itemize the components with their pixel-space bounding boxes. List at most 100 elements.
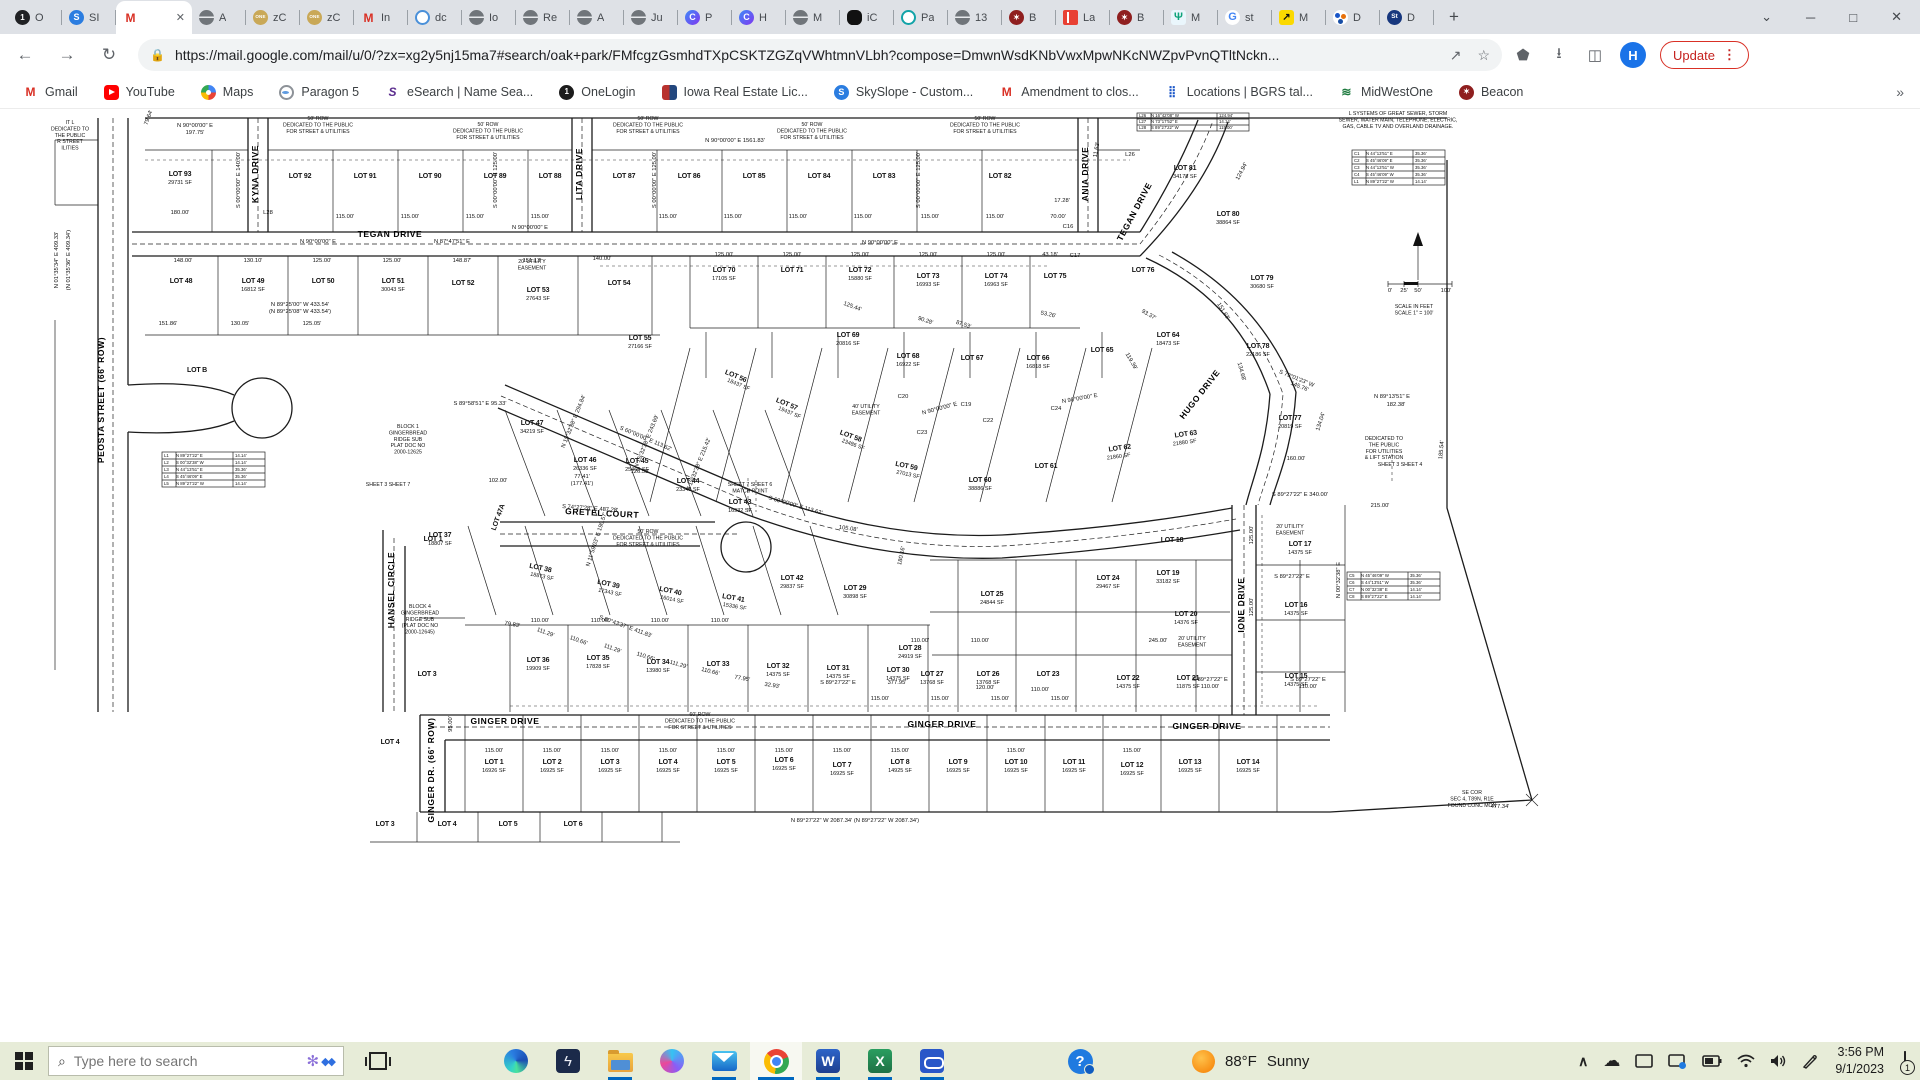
- speaker-icon[interactable]: [1770, 1054, 1787, 1068]
- browser-tab[interactable]: ✶B: [1110, 1, 1164, 34]
- plat-text: 93.37': [1140, 309, 1157, 322]
- browser-tab[interactable]: A: [192, 1, 246, 34]
- bookmark-item[interactable]: ≋MidWestOne: [1330, 81, 1442, 104]
- extensions-puzzle-icon[interactable]: ⬟: [1508, 40, 1538, 70]
- browser-tab[interactable]: ✶B: [1002, 1, 1056, 34]
- browser-tab[interactable]: MIn: [354, 1, 408, 34]
- share-icon[interactable]: ↗: [1450, 47, 1462, 64]
- back-button[interactable]: ←: [8, 38, 42, 72]
- browser-tab[interactable]: dc: [408, 1, 462, 34]
- browser-tab[interactable]: CP: [678, 1, 732, 34]
- plat-text: FOR STREET & UTILITIES: [286, 129, 350, 135]
- browser-tab[interactable]: ONEzC: [300, 1, 354, 34]
- reload-button[interactable]: ↻: [92, 38, 126, 72]
- taskbar-clock[interactable]: 3:56 PM 9/1/2023: [1835, 1044, 1884, 1078]
- tab-close-icon[interactable]: ✕: [176, 11, 185, 24]
- cast-screen-icon[interactable]: [1668, 1054, 1687, 1069]
- bookmark-item[interactable]: MGmail: [14, 81, 87, 104]
- browser-tab[interactable]: ↗M: [1272, 1, 1326, 34]
- tray-chevron-up-icon[interactable]: ∧: [1578, 1053, 1588, 1070]
- browser-tab[interactable]: ΨM: [1164, 1, 1218, 34]
- bookmark-item[interactable]: 1OneLogin: [550, 81, 644, 104]
- taskbar-word[interactable]: W: [802, 1042, 854, 1080]
- plat-text: LOT 4: [659, 759, 678, 766]
- browser-tab[interactable]: ONEzC: [246, 1, 300, 34]
- browser-tab-active-gmail[interactable]: M✕: [116, 1, 192, 34]
- taskbar-remote-app[interactable]: [906, 1042, 958, 1080]
- plat-text: LOT 88: [539, 173, 562, 180]
- download-icon[interactable]: ⭳: [1544, 40, 1574, 70]
- browser-tab[interactable]: StD: [1380, 1, 1434, 34]
- plat-text: 79.83': [504, 621, 520, 630]
- bookmark-item[interactable]: MAmendment to clos...: [990, 81, 1147, 104]
- taskbar-edge[interactable]: [490, 1042, 542, 1080]
- plat-text: & LIFT STATION: [1365, 455, 1404, 461]
- plat-text: 111.29': [603, 643, 622, 655]
- address-bar[interactable]: 🔒 https://mail.google.com/mail/u/0/?zx=x…: [138, 39, 1502, 71]
- browser-menu-kebab-icon[interactable]: ⋮: [1723, 47, 1736, 63]
- onedrive-cloud-icon[interactable]: ☁: [1603, 1051, 1620, 1071]
- tab-search-chevron-icon[interactable]: ⌄: [1761, 9, 1772, 25]
- plat-text: 148.00': [174, 258, 193, 264]
- bookmark-star-icon[interactable]: ☆: [1477, 47, 1490, 64]
- bookmark-item[interactable]: SSkySlope - Custom...: [825, 81, 982, 104]
- plat-text: 115.00': [1051, 696, 1069, 702]
- chrome-update-button[interactable]: Update ⋮: [1660, 41, 1749, 69]
- plat-text: 87.53': [955, 320, 972, 331]
- browser-tab[interactable]: Io: [462, 1, 516, 34]
- window-maximize-button[interactable]: □: [1849, 10, 1857, 25]
- wifi-icon[interactable]: [1737, 1054, 1755, 1068]
- bookmark-item[interactable]: Iowa Real Estate Lic...: [653, 81, 817, 104]
- taskbar-photos-app[interactable]: ϟ: [542, 1042, 594, 1080]
- plat-text: 60' ROW: [690, 712, 711, 718]
- taskbar-mail[interactable]: [698, 1042, 750, 1080]
- window-close-button[interactable]: ✕: [1891, 9, 1902, 25]
- bookmark-item[interactable]: YouTube: [95, 81, 184, 104]
- plat-text: 14376 SF: [1174, 620, 1198, 626]
- plat-text: GINGER DRIVE: [470, 716, 539, 726]
- browser-tab[interactable]: Gst: [1218, 1, 1272, 34]
- plat-text: 17.28': [1054, 198, 1070, 204]
- browser-tab[interactable]: 13: [948, 1, 1002, 34]
- search-input[interactable]: [74, 1053, 299, 1069]
- browser-tab[interactable]: iC: [840, 1, 894, 34]
- url-text[interactable]: https://mail.google.com/mail/u/0/?zx=xg2…: [175, 47, 1434, 63]
- browser-tab[interactable]: A: [570, 1, 624, 34]
- browser-tab[interactable]: Pa: [894, 1, 948, 34]
- tablet-icon[interactable]: [1635, 1054, 1653, 1068]
- browser-tab[interactable]: M: [786, 1, 840, 34]
- taskbar-copilot[interactable]: [646, 1042, 698, 1080]
- browser-tab[interactable]: 1O: [8, 1, 62, 34]
- bookmarks-overflow-chevron[interactable]: »: [1896, 84, 1904, 100]
- bookmark-item[interactable]: SeSearch | Name Sea...: [376, 81, 542, 104]
- plat-text: 110.00': [1201, 684, 1219, 690]
- bookmark-item[interactable]: ⣿Locations | BGRS tal...: [1156, 81, 1322, 104]
- browser-tab[interactable]: Re: [516, 1, 570, 34]
- browser-tab[interactable]: La: [1056, 1, 1110, 34]
- plat-text: 20819 SF: [1278, 424, 1302, 430]
- side-panel-icon[interactable]: ◫: [1580, 40, 1610, 70]
- pen-icon[interactable]: [1802, 1054, 1817, 1069]
- plat-text: 16932 SF: [728, 508, 752, 514]
- bookmark-item[interactable]: Maps: [192, 81, 263, 104]
- notification-center-button[interactable]: 1: [1904, 1052, 1906, 1070]
- taskbar-excel[interactable]: X: [854, 1042, 906, 1080]
- taskbar-get-help[interactable]: ?: [1054, 1042, 1106, 1080]
- browser-tab[interactable]: Ju: [624, 1, 678, 34]
- battery-icon[interactable]: [1702, 1055, 1722, 1067]
- bookmark-item[interactable]: Paragon 5: [270, 81, 368, 104]
- window-minimize-button[interactable]: ─: [1806, 10, 1815, 25]
- browser-tab[interactable]: SSI: [62, 1, 116, 34]
- taskbar-chrome-active[interactable]: [750, 1042, 802, 1080]
- taskbar-file-explorer[interactable]: [594, 1042, 646, 1080]
- taskbar-search[interactable]: ⌕ ✻◆◆: [48, 1046, 344, 1076]
- new-tab-button[interactable]: +: [1440, 3, 1468, 31]
- task-view-button[interactable]: [352, 1042, 404, 1080]
- forward-button[interactable]: →: [50, 38, 84, 72]
- browser-tab[interactable]: CH: [732, 1, 786, 34]
- browser-tab[interactable]: D: [1326, 1, 1380, 34]
- profile-avatar[interactable]: H: [1620, 42, 1646, 68]
- taskbar-weather-widget[interactable]: 88°F Sunny: [1192, 1050, 1309, 1073]
- start-button[interactable]: [0, 1042, 48, 1080]
- bookmark-item[interactable]: ✶Beacon: [1450, 81, 1532, 104]
